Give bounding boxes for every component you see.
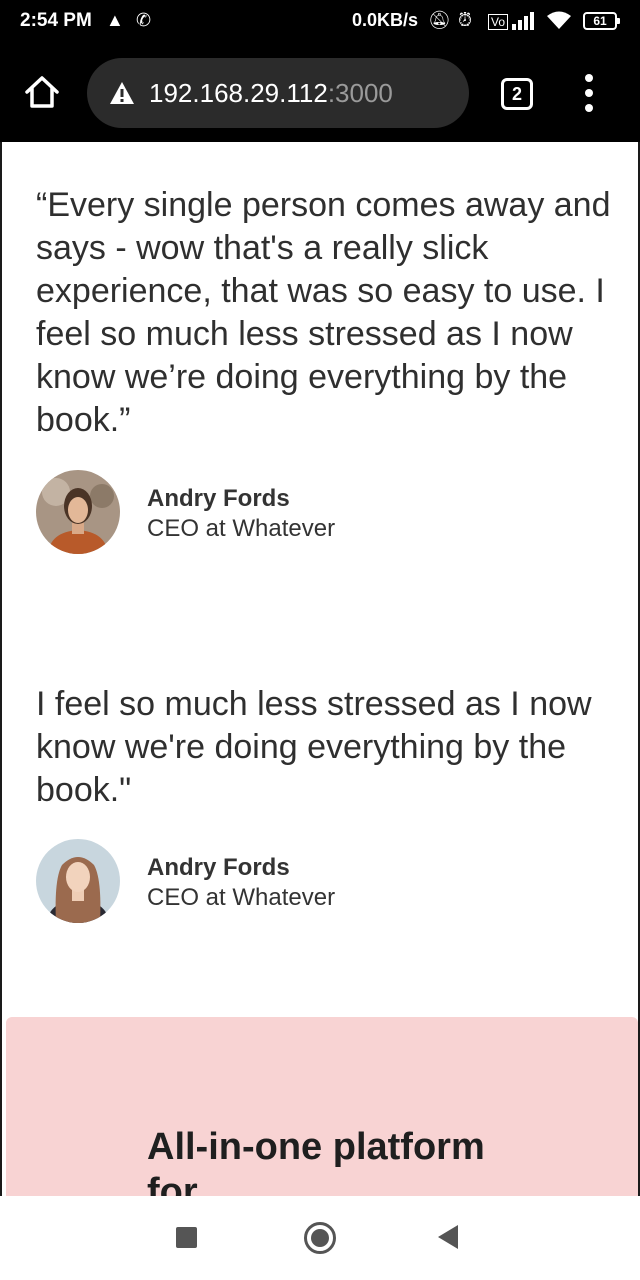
menu-dot: [585, 74, 593, 82]
network-speed: 0.0KB/s: [352, 10, 419, 30]
battery-icon: 61: [583, 12, 620, 30]
menu-dot: [585, 89, 593, 97]
status-bar: 2:54 PM ▲ ✆ 0.0KB/s 🔕︎ ⏰︎ Vo 61: [0, 0, 640, 44]
author-role: CEO at Whatever: [147, 515, 336, 542]
alarm-icon: ⏰︎: [458, 10, 473, 30]
url-host: 192.168.29.112: [149, 78, 328, 108]
author-info: Andry Fords CEO at Whatever: [147, 484, 335, 544]
not-secure-warning-icon[interactable]: [109, 80, 135, 106]
avatar: [36, 839, 120, 923]
author-info: Andry Fords CEO at Whatever: [147, 853, 335, 913]
cta-title: All-in-one platform for: [147, 1126, 485, 1196]
browser-toolbar: 192.168.29.112:3000 2: [0, 44, 640, 142]
status-time: 2:54 PM: [20, 10, 92, 31]
avatar: [36, 470, 120, 554]
signal-icon: [512, 10, 542, 35]
tab-switcher-button[interactable]: 2: [501, 78, 533, 110]
wifi-icon: [546, 10, 572, 35]
home-button[interactable]: [22, 72, 62, 112]
testimonial-quote: “Every single person comes away and says…: [36, 186, 611, 439]
more-menu-button[interactable]: [580, 74, 600, 114]
recents-button[interactable]: [176, 1227, 197, 1248]
url-text[interactable]: 192.168.29.112:3000: [149, 78, 393, 109]
web-page-content: “Every single person comes away and says…: [0, 142, 640, 1196]
author-name: Andry Fords: [147, 854, 290, 881]
cta-section: All-in-one platform for: [6, 1017, 638, 1196]
home-icon: [25, 76, 59, 108]
url-bar[interactable]: 192.168.29.112:3000: [87, 58, 469, 128]
menu-dot: [585, 104, 593, 112]
author-role: CEO at Whatever: [147, 884, 336, 911]
back-button[interactable]: [438, 1225, 458, 1249]
call-notification-icon: ✆: [136, 10, 152, 30]
volte-icon: Vo: [488, 14, 509, 30]
testimonial-quote: I feel so much less stressed as I now kn…: [36, 685, 592, 809]
system-navigation-bar: [0, 1196, 640, 1280]
url-port: :3000: [327, 78, 393, 108]
author-name: Andry Fords: [147, 485, 290, 512]
home-nav-button[interactable]: [304, 1222, 336, 1254]
warning-notification-icon: ▲: [106, 10, 124, 30]
bell-off-icon: 🔕︎: [428, 10, 451, 30]
